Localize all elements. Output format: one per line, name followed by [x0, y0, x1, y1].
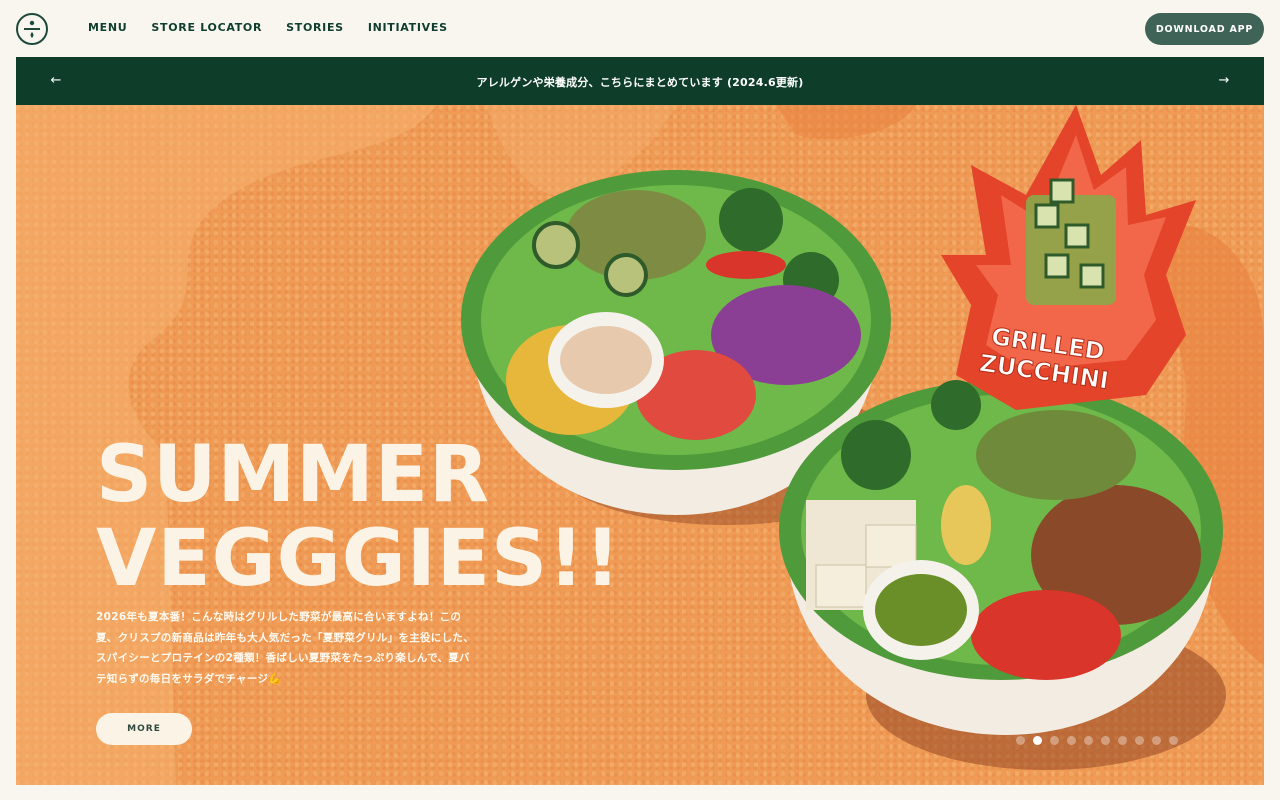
- slider-dot[interactable]: [1169, 736, 1178, 745]
- hero-banner: GRILLED ZUCCHINI SUMMER VEGGGIES!! 2026年…: [16, 105, 1264, 785]
- nav-initiatives[interactable]: INITIATIVES: [368, 21, 448, 34]
- announcement-text[interactable]: アレルゲンや栄養成分、こちらにまとめています (2024.6更新): [16, 74, 1264, 90]
- slider-dot[interactable]: [1084, 736, 1093, 745]
- nav-stories[interactable]: STORIES: [286, 21, 344, 34]
- hero-title-line2: VEGGGIES!!: [96, 514, 622, 604]
- nav-menu[interactable]: MENU: [88, 21, 127, 34]
- hero-title-line1: SUMMER: [96, 430, 491, 520]
- download-app-button[interactable]: DOWNLOAD APP: [1145, 13, 1264, 45]
- slider-dot[interactable]: [1016, 736, 1025, 745]
- more-button[interactable]: MORE: [96, 713, 192, 745]
- slider-dot[interactable]: [1152, 736, 1161, 745]
- slider-dot[interactable]: [1067, 736, 1076, 745]
- hero-title: SUMMER VEGGGIES!!: [96, 433, 621, 601]
- site-header: MENU STORE LOCATOR STORIES INITIATIVES D…: [0, 0, 1280, 57]
- slider-dot[interactable]: [1050, 736, 1059, 745]
- logo-icon[interactable]: [16, 13, 48, 45]
- main-nav: MENU STORE LOCATOR STORIES INITIATIVES: [88, 21, 448, 34]
- slider-dot[interactable]: [1101, 736, 1110, 745]
- slider-dot[interactable]: [1033, 736, 1042, 745]
- slider-dot[interactable]: [1118, 736, 1127, 745]
- nav-store-locator[interactable]: STORE LOCATOR: [151, 21, 262, 34]
- slider-dots: [1016, 736, 1178, 745]
- announcement-bar: ← アレルゲンや栄養成分、こちらにまとめています (2024.6更新) →: [16, 57, 1264, 105]
- hero-description: 2026年も夏本番！こんな時はグリルした野菜が最高に合いますよね！この夏、クリス…: [96, 611, 474, 685]
- arrow-right-icon[interactable]: →: [1214, 71, 1234, 91]
- slider-dot[interactable]: [1135, 736, 1144, 745]
